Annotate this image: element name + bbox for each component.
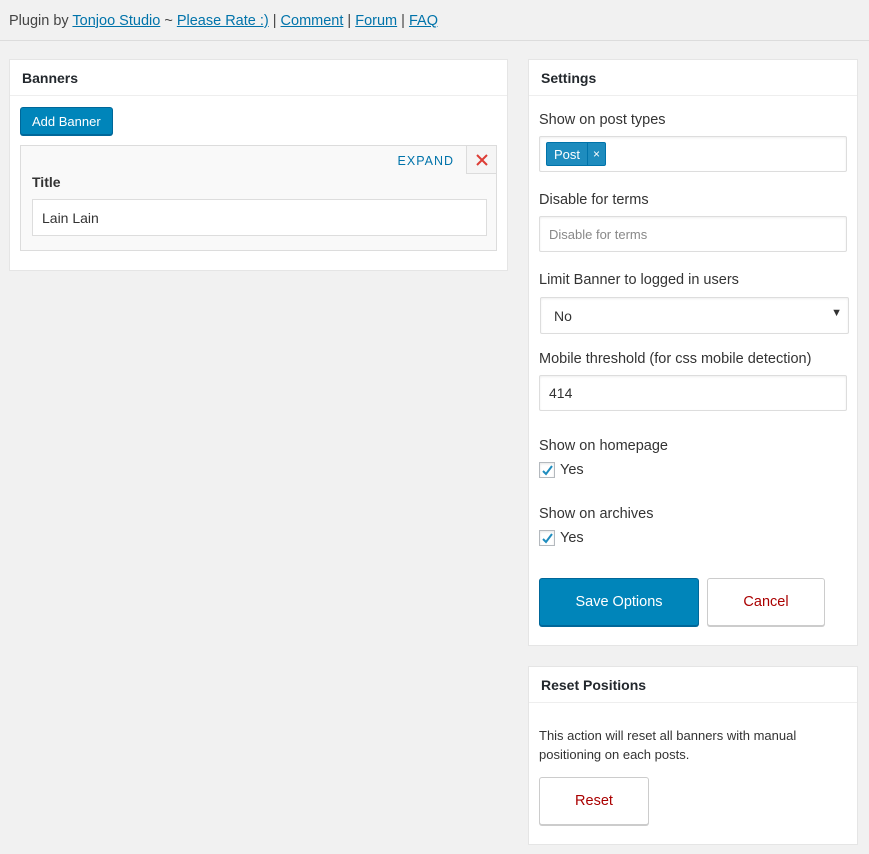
- checkmark-icon: [541, 464, 553, 476]
- banners-panel: Banners Add Banner EXPAND Title Lain Lai…: [9, 59, 508, 271]
- limit-logged-in-label: Limit Banner to logged in users: [539, 272, 739, 288]
- please-rate-link[interactable]: Please Rate :): [177, 13, 269, 29]
- post-type-tag-label: Post: [554, 146, 581, 162]
- archives-checkbox-row: Yes: [539, 530, 584, 546]
- archives-label: Show on archives: [539, 506, 654, 522]
- disable-terms-label: Disable for terms: [539, 192, 649, 208]
- banner-item: EXPAND Title Lain Lain: [20, 145, 497, 251]
- tonjoo-studio-link[interactable]: Tonjoo Studio: [72, 13, 160, 29]
- homepage-yes-label: Yes: [560, 462, 584, 478]
- post-types-input[interactable]: Post ×: [539, 136, 847, 172]
- post-types-label: Show on post types: [539, 112, 666, 128]
- settings-panel: Settings Show on post types Post × Disab…: [528, 59, 858, 646]
- homepage-checkbox[interactable]: [539, 462, 555, 478]
- remove-banner-button[interactable]: [466, 146, 496, 174]
- banners-title: Banners: [10, 60, 507, 96]
- reset-button[interactable]: Reset: [539, 777, 649, 825]
- forum-link[interactable]: Forum: [355, 13, 397, 29]
- homepage-checkbox-row: Yes: [539, 462, 584, 478]
- reset-description: This action will reset all banners with …: [539, 728, 797, 762]
- plugin-credits: Plugin by Tonjoo Studio ~ Please Rate :)…: [9, 13, 438, 29]
- banner-title-label: Title: [32, 174, 61, 190]
- cancel-button[interactable]: Cancel: [707, 578, 825, 626]
- checkmark-icon: [541, 532, 553, 544]
- limit-select-value: No: [554, 307, 572, 324]
- archives-yes-label: Yes: [560, 530, 584, 546]
- chevron-down-icon: ▼: [831, 307, 842, 319]
- add-banner-button[interactable]: Add Banner: [20, 107, 113, 135]
- header-divider: [0, 40, 869, 41]
- expand-link[interactable]: EXPAND: [398, 154, 454, 168]
- reset-positions-panel: Reset Positions This action will reset a…: [528, 666, 858, 845]
- save-options-button[interactable]: Save Options: [539, 578, 699, 626]
- limit-logged-in-select[interactable]: No ▼: [540, 297, 849, 334]
- mobile-threshold-input[interactable]: 414: [539, 375, 847, 411]
- disable-terms-input[interactable]: Disable for terms: [539, 216, 847, 252]
- homepage-label: Show on homepage: [539, 438, 668, 454]
- reset-positions-title: Reset Positions: [529, 667, 857, 703]
- faq-link[interactable]: FAQ: [409, 13, 438, 29]
- tag-remove-icon[interactable]: ×: [587, 143, 605, 165]
- comment-link[interactable]: Comment: [281, 13, 344, 29]
- post-type-tag: Post ×: [546, 142, 607, 166]
- credits-prefix: Plugin by: [9, 13, 73, 29]
- mobile-threshold-label: Mobile threshold (for css mobile detecti…: [539, 351, 812, 367]
- disable-terms-placeholder: Disable for terms: [549, 226, 648, 242]
- settings-title: Settings: [529, 60, 857, 96]
- archives-checkbox[interactable]: [539, 530, 555, 546]
- close-icon: [475, 153, 488, 166]
- banner-title-input[interactable]: Lain Lain: [32, 199, 487, 236]
